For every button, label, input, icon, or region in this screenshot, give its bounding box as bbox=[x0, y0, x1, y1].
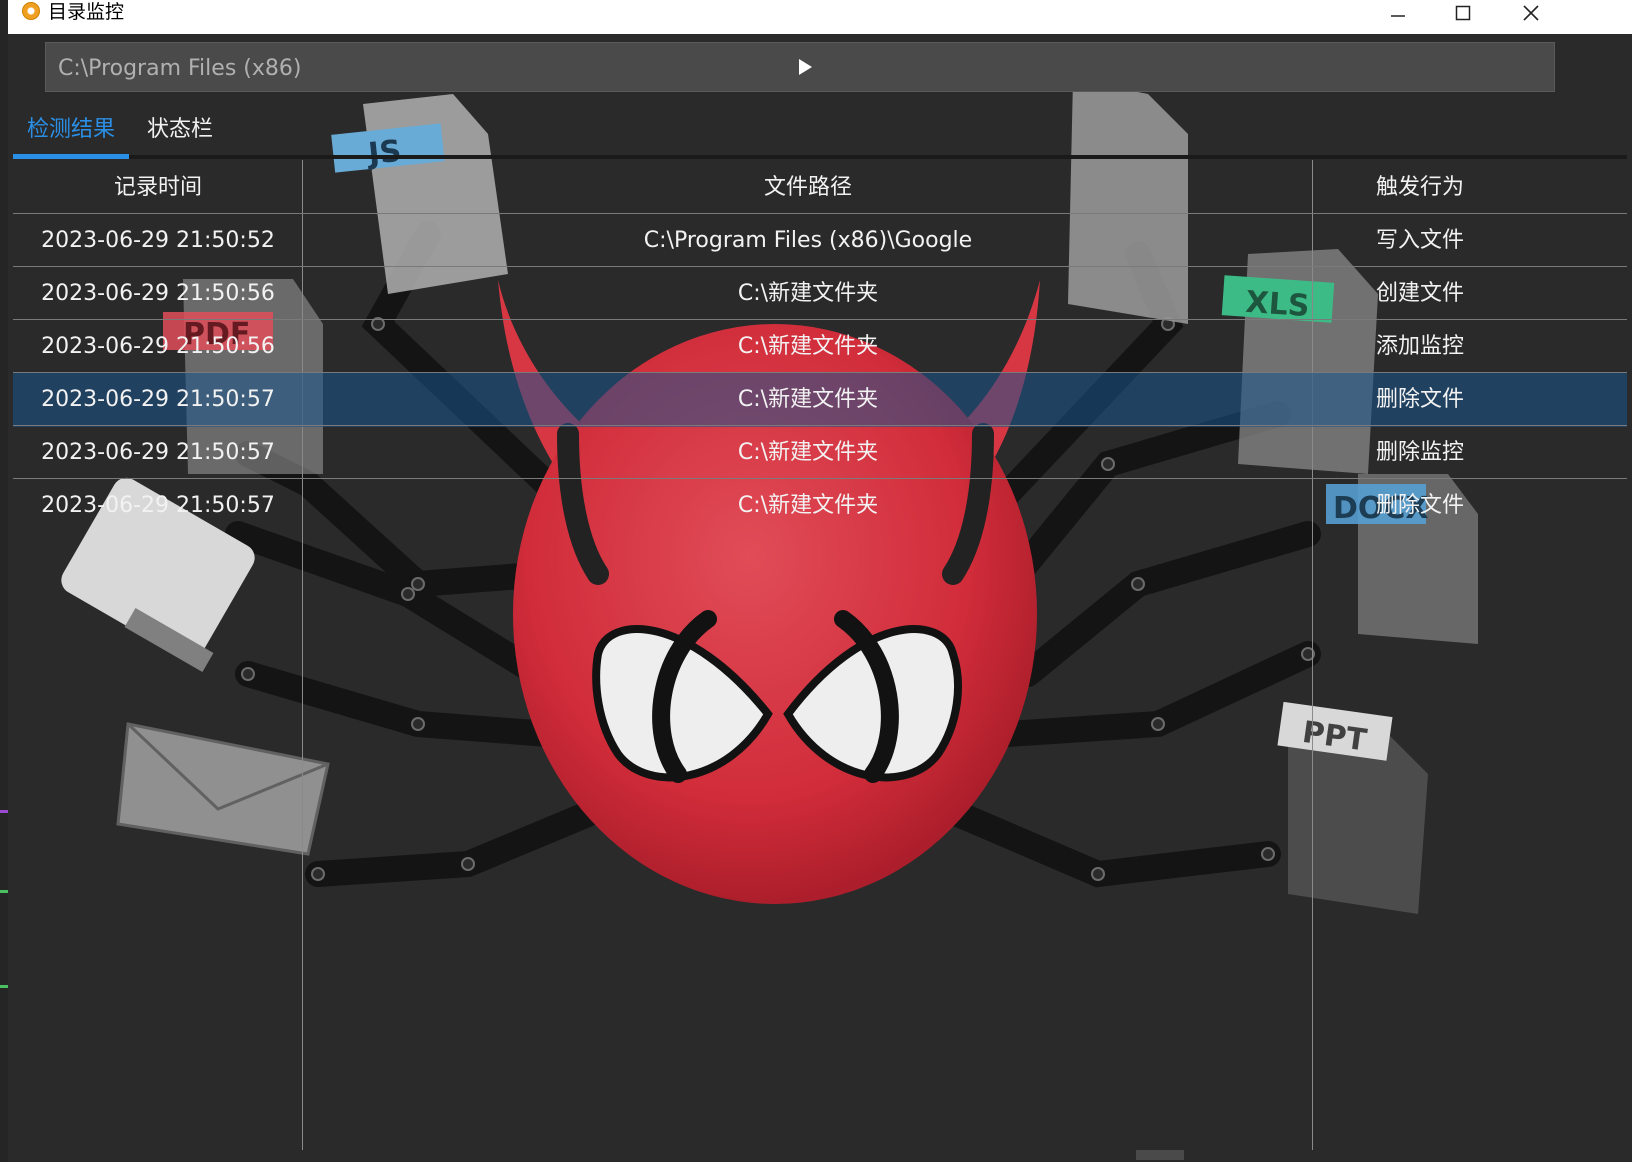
header-trigger-action[interactable]: 触发行为 bbox=[1313, 160, 1527, 215]
title-bar: 目录监控 bbox=[8, 0, 1632, 34]
edge-mark bbox=[0, 890, 8, 893]
close-button[interactable] bbox=[1496, 0, 1566, 26]
cell-time: 2023-06-29 21:50:57 bbox=[41, 387, 275, 412]
cell-action: 写入文件 bbox=[1375, 228, 1464, 253]
header-record-time[interactable]: 记录时间 bbox=[13, 160, 303, 215]
edge-mark bbox=[0, 985, 8, 988]
cell-path: C:\新建文件夹 bbox=[737, 493, 879, 518]
cell-action: 添加监控 bbox=[1375, 334, 1464, 359]
table-row[interactable]: 2023-06-29 21:50:56 C:\新建文件夹 添加监控 bbox=[13, 319, 1627, 374]
maximize-icon bbox=[1455, 5, 1471, 21]
header-file-path[interactable]: 文件路径 bbox=[303, 160, 1313, 215]
cell-action: 删除监控 bbox=[1375, 440, 1464, 465]
edge-mark bbox=[0, 810, 8, 813]
table-row[interactable]: 2023-06-29 21:50:57 C:\新建文件夹 删除监控 bbox=[13, 425, 1627, 480]
cell-time: 2023-06-29 21:50:56 bbox=[41, 334, 275, 359]
play-icon bbox=[799, 59, 812, 75]
cell-path: C:\新建文件夹 bbox=[737, 387, 879, 412]
close-icon bbox=[1523, 5, 1539, 21]
left-edge-strip bbox=[0, 0, 8, 1162]
results-table: 记录时间 文件路径 触发行为 2023-06-29 21:50:52 C:\Pr… bbox=[13, 160, 1627, 1160]
app-icon bbox=[22, 2, 40, 20]
horizontal-scrollbar-thumb[interactable] bbox=[1136, 1150, 1184, 1160]
cell-action: 创建文件 bbox=[1375, 281, 1464, 306]
cell-action: 删除文件 bbox=[1375, 387, 1464, 412]
cell-time: 2023-06-29 21:50:52 bbox=[41, 228, 275, 253]
tab-detection-results[interactable]: 检测结果 bbox=[13, 104, 129, 160]
start-monitor-button[interactable] bbox=[792, 55, 816, 79]
minimize-icon bbox=[1391, 15, 1405, 17]
table-row-selected[interactable]: 2023-06-29 21:50:57 C:\新建文件夹 删除文件 bbox=[13, 372, 1627, 427]
window-title: 目录监控 bbox=[48, 1, 125, 23]
table-row[interactable]: 2023-06-29 21:50:52 C:\Program Files (x8… bbox=[13, 213, 1627, 268]
directory-path-input[interactable] bbox=[46, 43, 1460, 93]
cell-path: C:\新建文件夹 bbox=[737, 334, 879, 359]
app-window: JS PDF XLS DOCX PPT 目录监控 C:\Program File… bbox=[8, 0, 1632, 1162]
directory-path-bar bbox=[45, 42, 1555, 93]
table-header: 记录时间 文件路径 触发行为 bbox=[13, 160, 1627, 215]
minimize-button[interactable] bbox=[1363, 0, 1433, 26]
cell-time: 2023-06-29 21:50:56 bbox=[41, 281, 275, 306]
active-tab-indicator bbox=[13, 154, 129, 159]
tab-bar-divider bbox=[13, 155, 1627, 159]
cell-action: 删除文件 bbox=[1375, 493, 1464, 518]
cell-path: C:\新建文件夹 bbox=[737, 281, 879, 306]
table-row[interactable]: 2023-06-29 21:50:56 C:\新建文件夹 创建文件 bbox=[13, 266, 1627, 321]
cell-time: 2023-06-29 21:50:57 bbox=[41, 440, 275, 465]
cell-path: C:\Program Files (x86)\Google bbox=[643, 228, 973, 253]
cell-time: 2023-06-29 21:50:57 bbox=[41, 493, 275, 518]
cell-path: C:\新建文件夹 bbox=[737, 440, 879, 465]
tab-status-bar[interactable]: 状态栏 bbox=[135, 104, 225, 160]
maximize-button[interactable] bbox=[1428, 0, 1498, 26]
table-row[interactable]: 2023-06-29 21:50:57 C:\新建文件夹 删除文件 bbox=[13, 478, 1627, 533]
